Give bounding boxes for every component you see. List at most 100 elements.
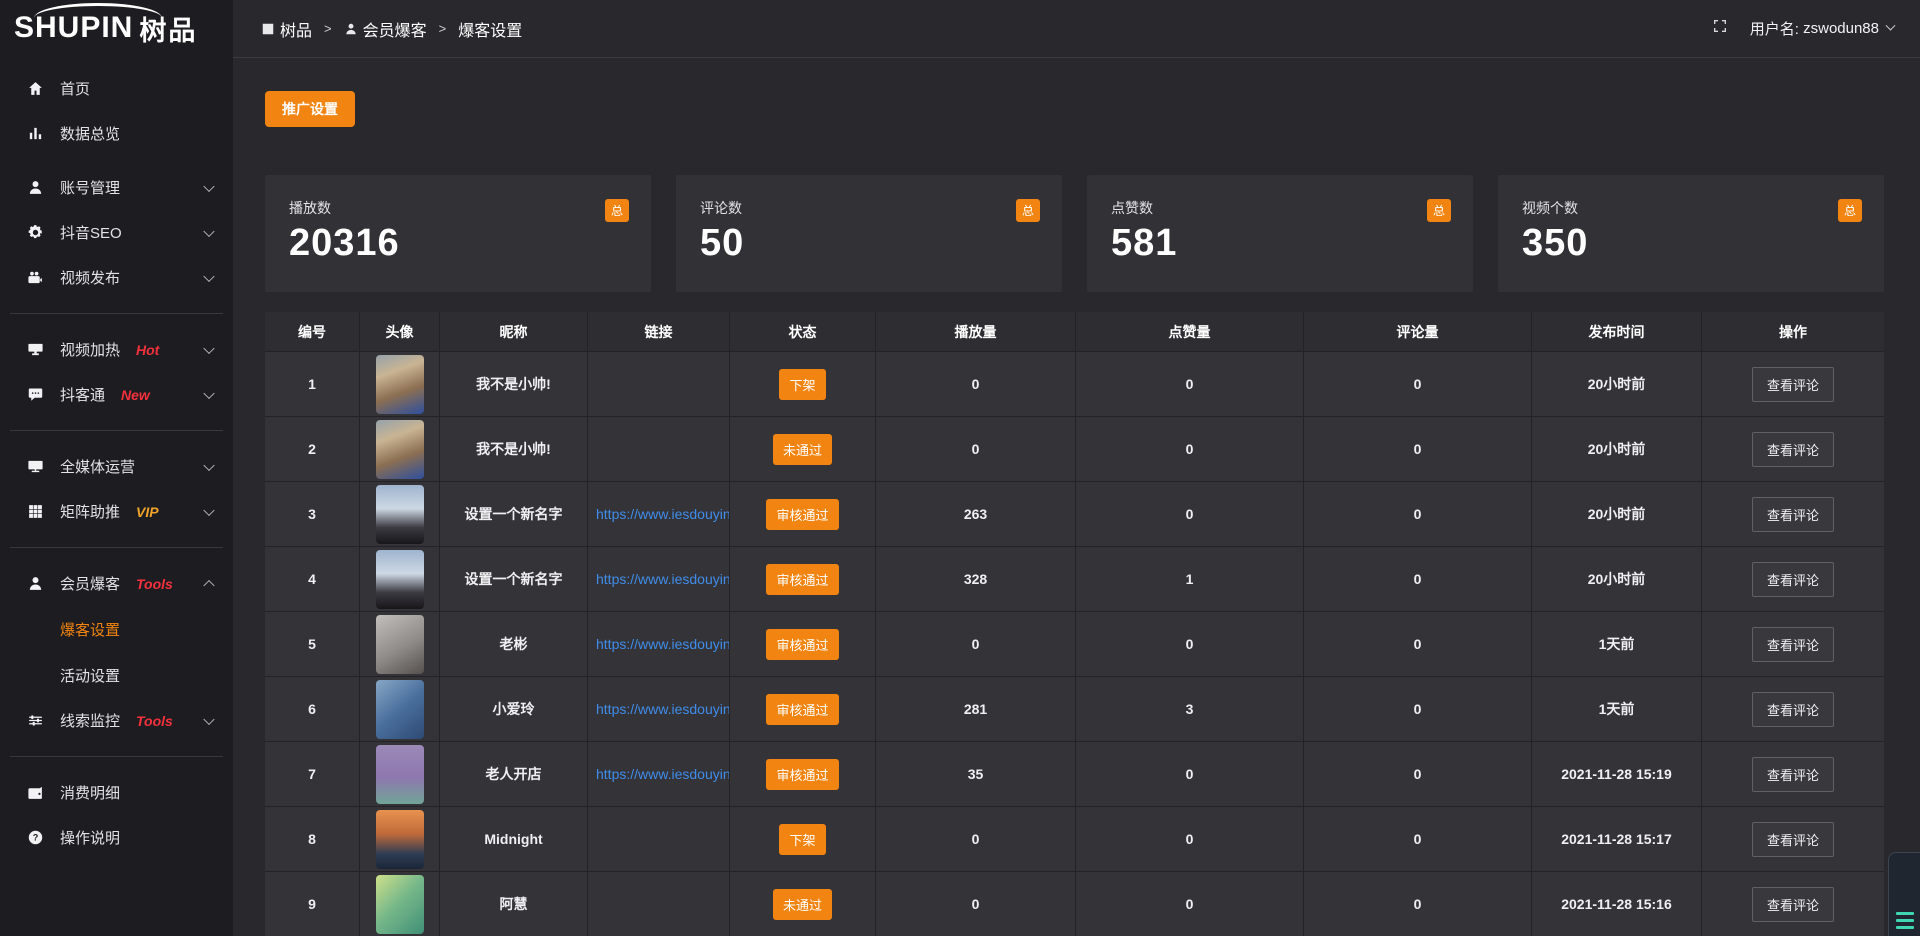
chevron-down-icon: [203, 270, 214, 281]
video-camera-icon: [25, 269, 45, 287]
sidebar-item-矩阵助推[interactable]: 矩阵助推VIP: [0, 489, 233, 534]
avatar: [376, 420, 424, 479]
table-row: 1我不是小帅!下架00020小时前查看评论: [265, 352, 1884, 417]
status-badge: 审核通过: [766, 629, 838, 660]
view-comments-button[interactable]: 查看评论: [1752, 562, 1834, 597]
cell-status: 审核通过: [730, 612, 876, 677]
status-badge: 审核通过: [766, 759, 838, 790]
wallet-icon: [25, 784, 45, 802]
cell-actions: 查看评论: [1702, 547, 1884, 612]
sidebar-item-会员爆客[interactable]: 会员爆客Tools: [0, 561, 233, 606]
cell-status: 审核通过: [730, 547, 876, 612]
cell-likes: 0: [1076, 352, 1304, 417]
stat-card-点赞数: 点赞数581总: [1087, 175, 1473, 292]
view-comments-button[interactable]: 查看评论: [1752, 432, 1834, 467]
cell-comments: 0: [1304, 352, 1532, 417]
cell-likes: 3: [1076, 677, 1304, 742]
logo-arc: [34, 3, 162, 33]
promo-settings-button[interactable]: 推广设置: [265, 91, 355, 127]
video-link[interactable]: https://www.iesdouyin.c: [588, 677, 730, 742]
chevron-down-icon: [203, 387, 214, 398]
sidebar-menu: 首页数据总览账号管理抖音SEO 视频发布视频加热Hot抖客通New 全媒体运营矩阵助…: [0, 56, 233, 860]
cell-avatar: [360, 872, 440, 936]
sidebar-item-账号管理[interactable]: 账号管理: [0, 165, 233, 210]
column-header-发布时间: 发布时间: [1532, 312, 1702, 352]
cell-comments: 0: [1304, 612, 1532, 677]
sidebar-item-数据总览[interactable]: 数据总览: [0, 111, 233, 156]
sidebar-item-label: 消费明细: [60, 782, 120, 803]
cell-likes: 0: [1076, 482, 1304, 547]
breadcrumb-separator: >: [324, 21, 332, 36]
breadcrumb-label: 爆客设置: [458, 17, 522, 41]
cell-id: 3: [265, 482, 360, 547]
cell-link: [588, 807, 730, 872]
sliders-icon: [25, 712, 45, 730]
cell-comments: 0: [1304, 872, 1532, 936]
chevron-down-icon: [203, 225, 214, 236]
avatar: [376, 615, 424, 674]
user-menu[interactable]: 用户名: zswodun88: [1750, 18, 1894, 39]
cell-status: 审核通过: [730, 677, 876, 742]
view-comments-button[interactable]: 查看评论: [1752, 497, 1834, 532]
brand-logo[interactable]: SHUPIN 树品: [0, 0, 233, 56]
sidebar-item-label: 视频发布: [60, 267, 120, 288]
fullscreen-icon[interactable]: [1712, 18, 1728, 39]
view-comments-button[interactable]: 查看评论: [1752, 367, 1834, 402]
sidebar-item-视频加热[interactable]: 视频加热Hot: [0, 327, 233, 372]
cell-plays: 281: [876, 677, 1076, 742]
sidebar-item-线索监控[interactable]: 线索监控Tools: [0, 698, 233, 743]
column-header-昵称: 昵称: [440, 312, 588, 352]
breadcrumb-item-树品[interactable]: 树品: [261, 17, 312, 41]
user-icon: [25, 179, 45, 197]
view-comments-button[interactable]: 查看评论: [1752, 887, 1834, 922]
stat-label: 视频个数: [1522, 198, 1860, 218]
stat-value: 50: [700, 222, 1038, 265]
sidebar-item-tag: Hot: [136, 342, 159, 358]
cell-avatar: [360, 742, 440, 807]
view-comments-button[interactable]: 查看评论: [1752, 692, 1834, 727]
sidebar-item-抖客通[interactable]: 抖客通New: [0, 372, 233, 417]
cell-likes: 0: [1076, 872, 1304, 936]
stat-label: 点赞数: [1111, 198, 1449, 218]
video-link[interactable]: https://www.iesdouyin.c: [588, 547, 730, 612]
stat-card-视频个数: 视频个数350总: [1498, 175, 1884, 292]
video-link[interactable]: https://www.iesdouyin.c: [588, 612, 730, 677]
sidebar-item-label: 会员爆客: [60, 573, 120, 594]
floating-service-widget[interactable]: [1888, 852, 1920, 936]
cell-status: 审核通过: [730, 742, 876, 807]
cell-nickname: Midnight: [440, 807, 588, 872]
video-link[interactable]: https://www.iesdouyin.c: [588, 742, 730, 807]
status-badge: 未通过: [773, 889, 832, 920]
sidebar-item-抖音SEO[interactable]: 抖音SEO: [0, 210, 233, 255]
sidebar-item-首页[interactable]: 首页: [0, 66, 233, 111]
cell-id: 6: [265, 677, 360, 742]
cell-link: [588, 417, 730, 482]
sidebar-item-全媒体运营[interactable]: 全媒体运营: [0, 444, 233, 489]
cell-nickname: 老彬: [440, 612, 588, 677]
topbar: 树品>会员爆客>爆客设置 用户名: zswodun88: [233, 0, 1920, 58]
sidebar-item-tag: VIP: [136, 504, 159, 520]
cell-avatar: [360, 352, 440, 417]
sidebar-subitem-活动设置[interactable]: 活动设置: [0, 652, 233, 698]
breadcrumb-item-会员爆客[interactable]: 会员爆客: [344, 17, 427, 41]
cell-publish-time: 20小时前: [1532, 547, 1702, 612]
sidebar-item-消费明细[interactable]: 消费明细: [0, 770, 233, 815]
cell-avatar: [360, 677, 440, 742]
view-comments-button[interactable]: 查看评论: [1752, 822, 1834, 857]
cell-nickname: 我不是小帅!: [440, 417, 588, 482]
cell-comments: 0: [1304, 807, 1532, 872]
chat-bubble-icon: [25, 386, 45, 404]
cell-plays: 0: [876, 352, 1076, 417]
breadcrumb-item-爆客设置[interactable]: 爆客设置: [458, 17, 522, 41]
sidebar-item-视频发布[interactable]: 视频发布: [0, 255, 233, 300]
cell-comments: 0: [1304, 742, 1532, 807]
member-icon: [25, 575, 45, 593]
video-link[interactable]: https://www.iesdouyin.c: [588, 482, 730, 547]
cell-id: 1: [265, 352, 360, 417]
view-comments-button[interactable]: 查看评论: [1752, 757, 1834, 792]
cell-plays: 0: [876, 807, 1076, 872]
status-badge: 下架: [779, 824, 825, 855]
sidebar-subitem-爆客设置[interactable]: 爆客设置: [0, 606, 233, 652]
sidebar-item-操作说明[interactable]: ?操作说明: [0, 815, 233, 860]
view-comments-button[interactable]: 查看评论: [1752, 627, 1834, 662]
